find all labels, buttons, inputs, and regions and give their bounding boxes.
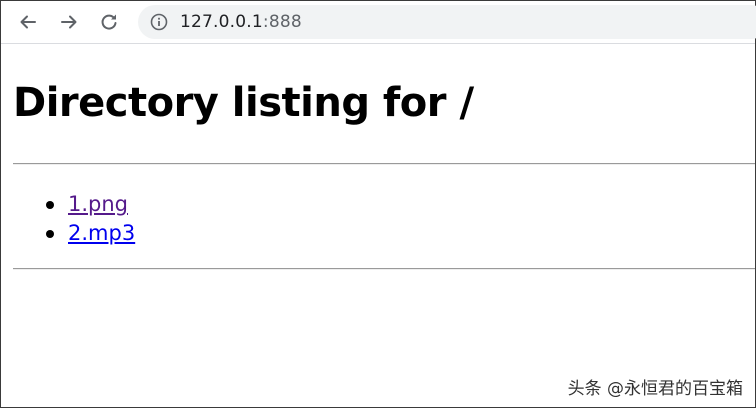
- list-item: 2.mp3: [13, 219, 135, 248]
- page-title: Directory listing for /: [13, 80, 474, 126]
- list-item: 1.png: [13, 190, 135, 219]
- forward-arrow-icon[interactable]: [57, 10, 81, 34]
- divider-bottom: [13, 268, 755, 270]
- divider-top: [13, 163, 755, 165]
- bullet-icon: [46, 230, 54, 238]
- url-text[interactable]: 127.0.0.1:888: [180, 12, 302, 32]
- file-link-2-mp3[interactable]: 2.mp3: [68, 221, 135, 245]
- back-arrow-icon[interactable]: [16, 10, 40, 34]
- info-icon[interactable]: [150, 13, 168, 31]
- file-link-1-png[interactable]: 1.png: [68, 192, 128, 216]
- bullet-icon: [46, 201, 54, 209]
- address-bar[interactable]: 127.0.0.1:888: [138, 5, 756, 39]
- file-list: 1.png 2.mp3: [13, 190, 135, 248]
- browser-toolbar: 127.0.0.1:888: [1, 1, 756, 44]
- url-host: 127.0.0.1: [180, 12, 263, 32]
- reload-icon[interactable]: [97, 10, 121, 34]
- url-port: :888: [262, 12, 302, 32]
- watermark: 头条 @永恒君的百宝箱: [567, 379, 743, 399]
